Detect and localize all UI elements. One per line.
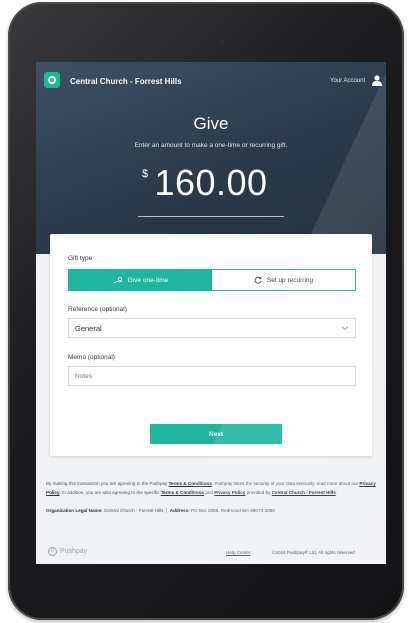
reference-select[interactable]: General — [68, 318, 356, 338]
gift-type-toggle: Give one-time Set up recurring — [68, 269, 356, 291]
pushpay-logo[interactable]: P Pushpay — [48, 547, 87, 556]
gift-type-label: Gift type — [68, 255, 93, 262]
address-value: PO Box 2088, Redmond WA 98073-2088 — [190, 508, 275, 513]
camera-lens — [220, 40, 225, 45]
reference-value: General — [75, 324, 102, 333]
memo-label: Memo (optional) — [68, 354, 115, 361]
recurring-icon — [254, 276, 262, 284]
set-up-recurring-label: Set up recurring — [266, 276, 314, 284]
gift-form-card: Gift type Give one-time Set up recurring — [50, 234, 372, 456]
tablet-frame: Central Church - Forrest Hills Your Acco… — [8, 2, 404, 620]
org-name: Central Church - Forrest Hills — [70, 77, 182, 86]
reference-label: Reference (optional) — [68, 306, 127, 313]
chevron-down-icon — [341, 326, 349, 331]
next-button[interactable]: Next — [150, 424, 282, 444]
help-center-link[interactable]: Help Center — [226, 550, 251, 555]
hand-coin-icon — [113, 276, 123, 283]
address-label: Address: — [169, 508, 190, 513]
give-one-time-label: Give one-time — [127, 276, 169, 284]
org-link[interactable]: Central Church - Forrest Hills — [272, 490, 336, 495]
memo-input[interactable] — [75, 373, 345, 380]
pushpay-logo-icon: P — [48, 547, 57, 556]
amount-underline — [138, 216, 284, 217]
legal-name-value: Central Church - Forrest Hills — [103, 508, 164, 513]
legal-name-label: Organization Legal Name: — [46, 508, 103, 513]
org-terms-link[interactable]: Terms & Conditions — [161, 490, 204, 495]
amount-value: 160.00 — [154, 162, 268, 203]
copyright-text: ©2016 Pushpay® Ltd, All rights reserved — [272, 550, 355, 555]
legal-text: By making this transaction you are agree… — [46, 479, 376, 497]
screen: Central Church - Forrest Hills Your Acco… — [36, 62, 386, 564]
user-icon[interactable] — [372, 75, 382, 86]
set-up-recurring-button[interactable]: Set up recurring — [212, 270, 355, 290]
church-logo-icon — [44, 72, 60, 88]
pushpay-brand: Pushpay — [60, 548, 88, 555]
org-details: Organization Legal Name: Central Church … — [46, 508, 275, 513]
legal-text-part: . In addition, you are also agreeing to … — [59, 490, 160, 495]
give-one-time-button[interactable]: Give one-time — [69, 270, 212, 290]
legal-text-part: . Pushpay takes the security of your dat… — [211, 481, 359, 486]
footer: P Pushpay Help Center ©2016 Pushpay® Ltd… — [36, 538, 386, 564]
org-privacy-link[interactable]: Privacy Policy — [214, 490, 245, 495]
your-account-link[interactable]: Your Account — [330, 78, 365, 84]
legal-text-part: and — [205, 490, 213, 495]
hero-section: Central Church - Forrest Hills Your Acco… — [36, 62, 386, 254]
page-title: Give — [193, 114, 229, 133]
currency-symbol: $ — [142, 168, 149, 180]
legal-text-part: provided by — [246, 490, 271, 495]
terms-link[interactable]: Terms & Conditions — [169, 481, 212, 486]
legal-text-part: . — [335, 490, 338, 495]
legal-text-part: By making this transaction you are agree… — [46, 481, 168, 486]
amount-input[interactable]: $ 160.00 — [136, 162, 286, 204]
memo-field — [68, 366, 356, 386]
page-subtitle: Enter an amount to make a one-time or re… — [134, 142, 288, 149]
